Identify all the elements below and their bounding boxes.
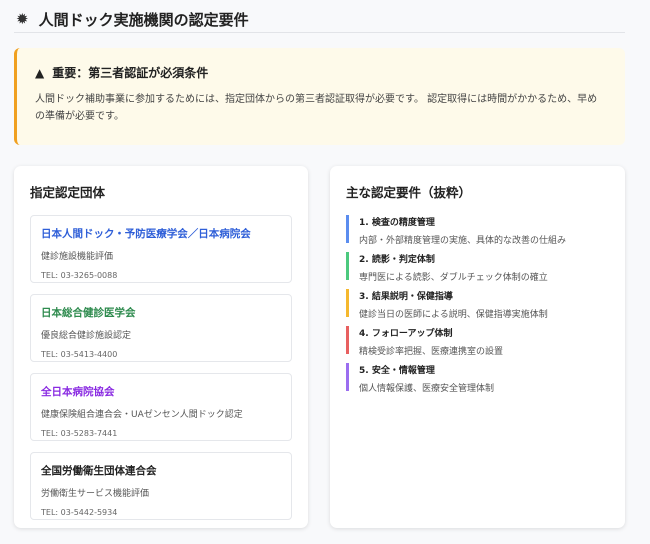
requirement-description: 専門医による読影、ダブルチェック体制の確立 [359,273,548,283]
requirement-name: 5. 安全・情報管理 [359,366,435,376]
gear-icon: ✹ [16,10,29,28]
requirements-title: 主な認定要件（抜粋） [346,185,472,200]
organization-certification: 健康保険組合連合会・UAゼンセン人間ドック認定 [41,410,243,420]
organization-item: 全国労働衛生団体連合会 労働衛生サービス機能評価 TEL: 03-5442-5934 [30,452,292,520]
organization-item: 日本総合健診医学会 優良総合健診施設認定 TEL: 03-5413-4400 [30,294,292,362]
organization-item: 全日本病院協会健康保険組合連合会・UAゼンセン人間ドック認定 TEL: 03-52… [30,373,292,441]
requirement-item: 1. 検査の精度管理内部・外部精度管理の実施、具体的な改善の仕組み [346,215,609,246]
organization-certification: 労働衛生サービス機能評価 [41,489,150,499]
organization-name: 全日本病院協会 [41,386,115,398]
organization-item: 日本人間ドック・予防医療学会／日本病院会 健診施設機能評価 TEL: 03-3265… [30,215,292,283]
requirement-name: 3. 結果説明・保健指導 [359,292,453,302]
requirement-description: 健診当日の医師による説明、保健指導実施体制 [359,310,548,320]
requirement-name: 1. 検査の精度管理 [359,218,435,228]
warning-icon: ▲ [35,65,45,80]
organization-name: 全国労働衛生団体連合会 [41,465,157,477]
requirement-item: 5. 安全・情報管理個人情報保護、医療安全管理体制 [346,363,609,394]
requirement-item: 3. 結果説明・保健指導健診当日の医師による説明、保健指導実施体制 [346,289,609,320]
organization-phone: TEL: 03-3265-0088 [41,271,118,280]
page-header: ✹ 人間ドック実施機関の認定要件 [14,6,625,33]
organization-phone: TEL: 03-5283-7441 [41,429,118,438]
requirement-item: 2. 読影・判定体制専門医による読影、ダブルチェック体制の確立 [346,252,609,283]
organization-certification: 健診施設機能評価 [41,252,114,262]
requirement-description: 個人情報保護、医療安全管理体制 [359,384,495,394]
important-alert: ▲ 重要：第三者認証が必須条件 人間ドック補助事業に参加するためには、指定団体から… [14,48,625,145]
requirement-name: 2. 読影・判定体制 [359,255,435,265]
organization-name: 日本総合健診医学会 [41,307,136,319]
organization-phone: TEL: 03-5413-4400 [41,350,118,359]
page-title: 人間ドック実施機関の認定要件 [38,10,249,29]
organizations-title: 指定認定団体 [30,185,106,200]
requirement-description: 精検受診率把握、医療連携室の設置 [359,347,504,357]
alert-body: 人間ドック補助事業に参加するためには、指定団体からの第三者認証取得が必要です。 … [35,94,598,122]
requirement-description: 内部・外部精度管理の実施、具体的な改善の仕組み [359,236,567,246]
organization-name: 日本人間ドック・予防医療学会／日本病院会 [41,228,251,240]
requirement-name: 4. フォローアップ体制 [359,329,453,339]
organization-phone: TEL: 03-5442-5934 [41,508,118,517]
organization-certification: 優良総合健診施設認定 [41,331,132,341]
requirements-card: 主な認定要件（抜粋） 1. 検査の精度管理内部・外部精度管理の実施、具体的な改善… [330,166,625,528]
requirement-item: 4. フォローアップ体制精検受診率把握、医療連携室の設置 [346,326,609,357]
organizations-card: 指定認定団体 日本人間ドック・予防医療学会／日本病院会 健診施設機能評価 TEL: … [14,166,308,528]
alert-title: 重要：第三者認証が必須条件 [52,66,209,80]
